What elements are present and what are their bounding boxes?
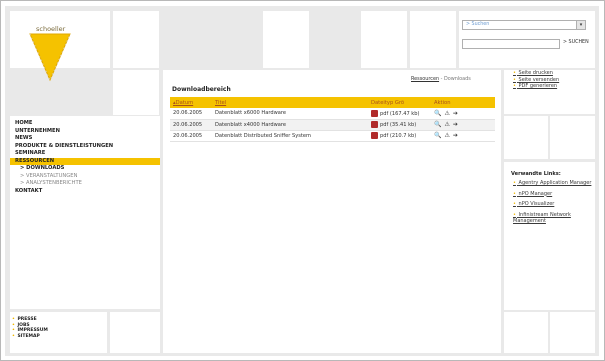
breadcrumb: Ressourcen - Downloads bbox=[411, 76, 471, 82]
header-tile bbox=[263, 11, 309, 68]
downloads-table: ▴Datum Titel Dateityp Grö Aktion 20.06.2… bbox=[170, 97, 495, 142]
related-link[interactable]: • nPO Manager bbox=[513, 191, 593, 198]
footer-tile bbox=[110, 312, 160, 353]
nav-item-news[interactable]: NEWS bbox=[10, 135, 160, 143]
right-tile bbox=[550, 312, 595, 353]
send-icon[interactable]: ➔ bbox=[453, 132, 458, 139]
download-icon[interactable]: ⚠ bbox=[444, 110, 449, 117]
row-actions: 🔍 ⚠ ➔ bbox=[431, 119, 495, 131]
row-file[interactable]: pdf (167.47 kb) bbox=[368, 108, 431, 120]
related-links-title: Verwandte Links: bbox=[511, 171, 561, 177]
nav-item-ressourcen[interactable]: RESSOURCEN bbox=[10, 157, 160, 165]
preview-icon[interactable]: 🔍 bbox=[434, 110, 441, 117]
column-header-aktion: Aktion bbox=[431, 97, 495, 108]
row-file[interactable]: pdf (35.41 kb) bbox=[368, 119, 431, 131]
row-date: 20.06.2005 bbox=[170, 108, 212, 120]
breadcrumb-link-ressourcen[interactable]: Ressourcen bbox=[411, 76, 439, 82]
preview-icon[interactable]: 🔍 bbox=[434, 121, 441, 128]
page-tools: • Seite drucken • Seite versenden • PDF … bbox=[513, 70, 595, 90]
table-row: 20.06.2005 Datenblatt Distributed Sniffe… bbox=[170, 130, 495, 142]
pdf-icon[interactable] bbox=[371, 109, 378, 117]
subnav-item-analystenberichte[interactable]: > ANALYSTENBERICHTE bbox=[10, 180, 160, 188]
header-tile bbox=[113, 11, 159, 68]
nav-item-seminare[interactable]: SEMINARE bbox=[10, 150, 160, 158]
bullet-icon: • bbox=[513, 76, 516, 83]
preview-icon[interactable]: 🔍 bbox=[434, 132, 441, 139]
footer-nav: • PRESSE • JOBS • IMPRESSUM • SITEMAP bbox=[12, 317, 48, 339]
dropdown-arrow-icon[interactable]: ▾ bbox=[576, 21, 585, 29]
table-row: 20.06.2005 Datenblatt x4000 Hardware pdf… bbox=[170, 119, 495, 131]
row-actions: 🔍 ⚠ ➔ bbox=[431, 108, 495, 120]
bullet-icon: • bbox=[513, 201, 516, 207]
breadcrumb-separator: - bbox=[440, 76, 443, 82]
logo-triangle-icon[interactable] bbox=[28, 32, 72, 84]
bullet-icon: • bbox=[12, 322, 15, 328]
related-link[interactable]: • nPO Visualizer bbox=[513, 201, 593, 208]
pdf-icon[interactable] bbox=[371, 132, 378, 139]
bullet-icon: • bbox=[12, 333, 15, 339]
download-icon[interactable]: ⚠ bbox=[444, 121, 449, 128]
nav-item-produkte[interactable]: PRODUKTE & DIENSTLEISTUNGEN bbox=[10, 143, 160, 151]
search-input[interactable] bbox=[462, 39, 560, 49]
bullet-icon: • bbox=[12, 328, 15, 334]
pdf-icon[interactable] bbox=[371, 121, 378, 128]
bullet-icon: • bbox=[513, 83, 516, 89]
download-icon[interactable]: ⚠ bbox=[444, 132, 449, 139]
row-date: 20.06.2005 bbox=[170, 119, 212, 131]
header-tile bbox=[361, 11, 407, 68]
column-header-titel[interactable]: Titel bbox=[212, 97, 368, 108]
page-title: Downloadbereich bbox=[172, 86, 231, 93]
search-button[interactable]: > SUCHEN bbox=[563, 40, 589, 45]
nav-item-kontakt[interactable]: KONTAKT bbox=[10, 188, 160, 196]
header-tile bbox=[410, 11, 456, 68]
table-header-row: ▴Datum Titel Dateityp Grö Aktion bbox=[170, 97, 495, 108]
row-file[interactable]: pdf (210.7 kb) bbox=[368, 130, 431, 142]
right-tile bbox=[504, 116, 548, 159]
bullet-icon: • bbox=[513, 180, 516, 186]
bullet-icon: • bbox=[513, 70, 516, 76]
column-header-dateityp: Dateityp Grö bbox=[368, 97, 431, 108]
search-category-select[interactable]: > Suchen ▾ bbox=[462, 20, 586, 30]
send-icon[interactable]: ➔ bbox=[453, 110, 458, 117]
tool-link-pdf[interactable]: • PDF generieren bbox=[513, 83, 595, 90]
table-row: 20.06.2005 Datenblatt x6000 Hardware pdf… bbox=[170, 108, 495, 120]
bullet-icon: • bbox=[513, 190, 516, 197]
right-tile bbox=[504, 312, 548, 353]
row-date: 20.06.2005 bbox=[170, 130, 212, 142]
column-header-datum[interactable]: ▴Datum bbox=[170, 97, 212, 108]
header-tile bbox=[113, 70, 159, 115]
row-actions: 🔍 ⚠ ➔ bbox=[431, 130, 495, 142]
row-title: Datenblatt Distributed Sniffer System bbox=[212, 130, 368, 142]
nav-item-unternehmen[interactable]: UNTERNEHMEN bbox=[10, 128, 160, 136]
subnav-item-veranstaltungen[interactable]: > VERANSTALTUNGEN bbox=[10, 173, 160, 181]
row-title: Datenblatt x4000 Hardware bbox=[212, 119, 368, 131]
right-tile bbox=[550, 116, 595, 159]
send-icon[interactable]: ➔ bbox=[453, 121, 458, 128]
bullet-icon: • bbox=[513, 211, 516, 218]
search-category-value: > Suchen bbox=[466, 22, 490, 27]
related-link[interactable]: • Agentry Application Manager bbox=[513, 180, 593, 187]
nav-item-home[interactable]: HOME bbox=[10, 120, 160, 128]
row-title: Datenblatt x6000 Hardware bbox=[212, 108, 368, 120]
related-links: • Agentry Application Manager • nPO Mana… bbox=[513, 180, 593, 229]
breadcrumb-current: Downloads bbox=[443, 76, 471, 82]
footer-link-sitemap[interactable]: • SITEMAP bbox=[12, 334, 48, 340]
related-link[interactable]: • Infinistream Network Management bbox=[513, 212, 593, 225]
main-nav: HOME UNTERNEHMEN NEWS PRODUKTE & DIENSTL… bbox=[10, 120, 160, 195]
bullet-icon: • bbox=[12, 317, 15, 322]
subnav-item-downloads[interactable]: > DOWNLOADS bbox=[10, 165, 160, 173]
